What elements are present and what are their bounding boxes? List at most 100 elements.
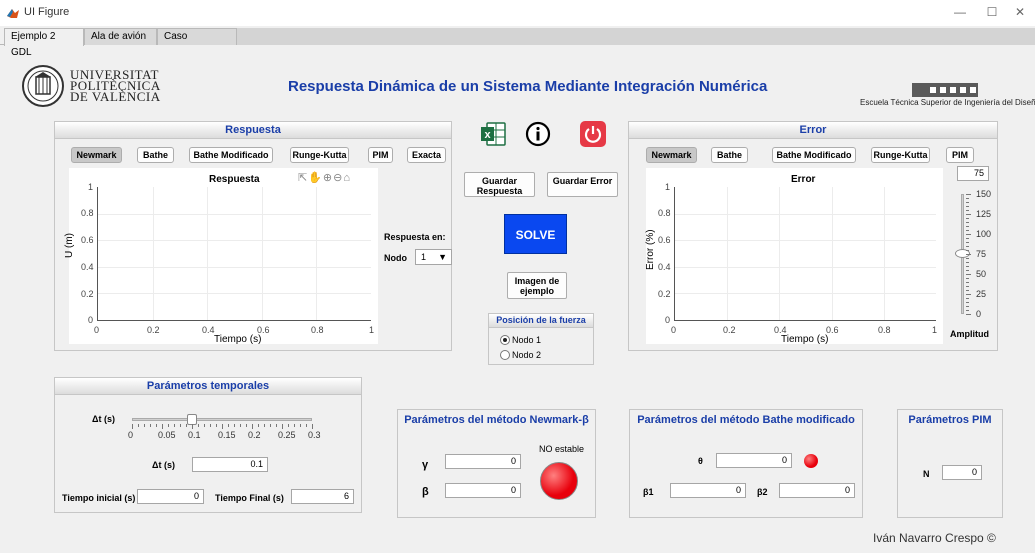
error-method-newmark[interactable]: Newmark [646,147,697,163]
excel-icon[interactable]: x [477,121,511,149]
gamma-input[interactable]: 0 [445,454,521,469]
zoom-in-icon[interactable]: ⊕ [323,172,333,184]
error-panel-title: Error [629,122,997,139]
minimize-icon[interactable]: — [946,5,974,19]
dt-minor-tick [252,424,253,429]
tab-ejemplo-2gdl[interactable]: Ejemplo 2 GDL [4,28,84,58]
tiempo-final-input[interactable]: 6 [291,489,354,504]
respuesta-ytick: 0.4 [81,262,94,272]
close-icon[interactable]: ✕ [1006,5,1034,19]
tiempo-inicial-label: Tiempo inicial (s) [62,493,136,503]
power-icon[interactable] [580,121,606,147]
error-method-bathe[interactable]: Bathe [711,147,748,163]
dt-minor-tick [138,424,139,427]
respuesta-method-bathe[interactable]: Bathe [137,147,174,163]
error-ytick: 0.2 [658,289,671,299]
dt-minor-tick [180,424,181,427]
window-titlebar: UI Figure — ☐ ✕ [0,0,1035,26]
info-icon[interactable] [525,121,551,147]
maximize-icon[interactable]: ☐ [978,5,1006,19]
nodo2-radio[interactable] [500,350,510,360]
nodo1-radio[interactable] [500,335,510,345]
bathe-stability-lamp [804,454,818,468]
amplitud-tick-label: 0 [976,309,982,319]
amplitud-minor-tick [966,270,969,271]
guardar-respuesta-button[interactable]: Guardar Respuesta [464,172,535,197]
dt-minor-tick [306,424,307,427]
beta1-input[interactable]: 0 [670,483,746,498]
dt-minor-tick [150,424,151,427]
dt-tick-label: 0.2 [248,430,261,440]
amplitud-slider-ticks: 150 125 100 75 50 25 0 [966,189,995,319]
imagen-ejemplo-button[interactable]: Imagen de ejemplo [507,272,567,299]
error-ytick: 0.8 [658,208,671,218]
amplitud-minor-tick [966,294,971,295]
error-plot-title: Error [791,174,816,185]
export-icon[interactable]: ⇱ [298,172,308,184]
respuesta-ylabel: U (m) [64,233,75,258]
dt-minor-tick [144,424,145,427]
newmark-panel-title: Parámetros del método Newmark-β [404,414,589,426]
dt-tick-label: 0.15 [218,430,236,440]
tab-ala-de-avion[interactable]: Ala de avión [84,28,157,45]
n-label: N [923,469,930,479]
error-method-pim[interactable]: PIM [946,147,974,163]
tab-strip-fill [237,28,1035,45]
solve-button[interactable]: SOLVE [504,214,567,254]
error-xtick: 1 [932,325,938,335]
error-ytick: 0.4 [658,262,671,272]
pan-icon[interactable]: ✋ [308,172,323,184]
amplitud-minor-tick [966,306,969,307]
respuesta-method-bathe-modificado[interactable]: Bathe Modificado [189,147,273,163]
amplitud-minor-tick [966,242,969,243]
dt-minor-tick [204,424,205,427]
error-method-bathe-modificado[interactable]: Bathe Modificado [772,147,856,163]
dt-minor-tick [174,424,175,427]
upv-seal-icon [22,65,64,107]
amplitud-minor-tick [966,258,969,259]
amplitud-minor-tick [966,214,971,215]
amplitud-minor-tick [966,194,971,195]
error-xtick: 0.2 [723,325,736,335]
error-ytick: 0.6 [658,235,671,245]
amplitud-input[interactable]: 75 [957,166,989,181]
amplitud-minor-tick [966,282,969,283]
dt-minor-tick [198,424,199,427]
axes-toolbar[interactable]: ⇱✋⊕⊖⌂ [298,171,351,184]
error-method-runge-kutta[interactable]: Runge-Kutta [871,147,930,163]
dt-tick-label: 0 [128,430,134,440]
dt-minor-tick [294,424,295,427]
amplitud-minor-tick [966,198,969,199]
nodo-dropdown[interactable]: 1 ▼ [415,249,452,265]
dt-minor-tick [168,424,169,427]
respuesta-xtick: 0.4 [202,325,215,335]
upv-name-line3: DE VALÈNCIA [70,89,161,104]
home-icon[interactable]: ⌂ [343,172,351,184]
dt-minor-tick [312,424,313,429]
beta2-input[interactable]: 0 [779,483,855,498]
theta-input[interactable]: 0 [716,453,792,468]
dt-slider-track[interactable] [132,418,312,421]
n-input[interactable]: 0 [942,465,982,480]
tab-caso-generico[interactable]: Caso Genérico [157,28,237,58]
zoom-out-icon[interactable]: ⊖ [333,172,343,184]
beta-input[interactable]: 0 [445,483,521,498]
dt-tick-label: 0.1 [188,430,201,440]
amplitud-tick-label: 100 [976,229,992,239]
dt-tick-label: 0.05 [158,430,176,440]
guardar-error-button[interactable]: Guardar Error [547,172,618,197]
respuesta-method-pim[interactable]: PIM [368,147,393,163]
pim-panel-title: Parámetros PIM [908,414,992,426]
newmark-stability-lamp [540,462,578,500]
respuesta-method-runge-kutta[interactable]: Runge-Kutta [290,147,349,163]
amplitud-minor-tick [966,210,969,211]
respuesta-method-exacta[interactable]: Exacta [407,147,446,163]
error-plot-area [674,187,936,321]
respuesta-method-newmark[interactable]: Newmark [71,147,122,163]
window-title: UI Figure [24,6,70,18]
dt-minor-tick [162,424,163,429]
tiempo-inicial-input[interactable]: 0 [137,489,204,504]
dt-minor-tick [192,424,193,429]
amplitud-tick-label: 25 [976,289,987,299]
dt-input[interactable]: 0.1 [192,457,268,472]
